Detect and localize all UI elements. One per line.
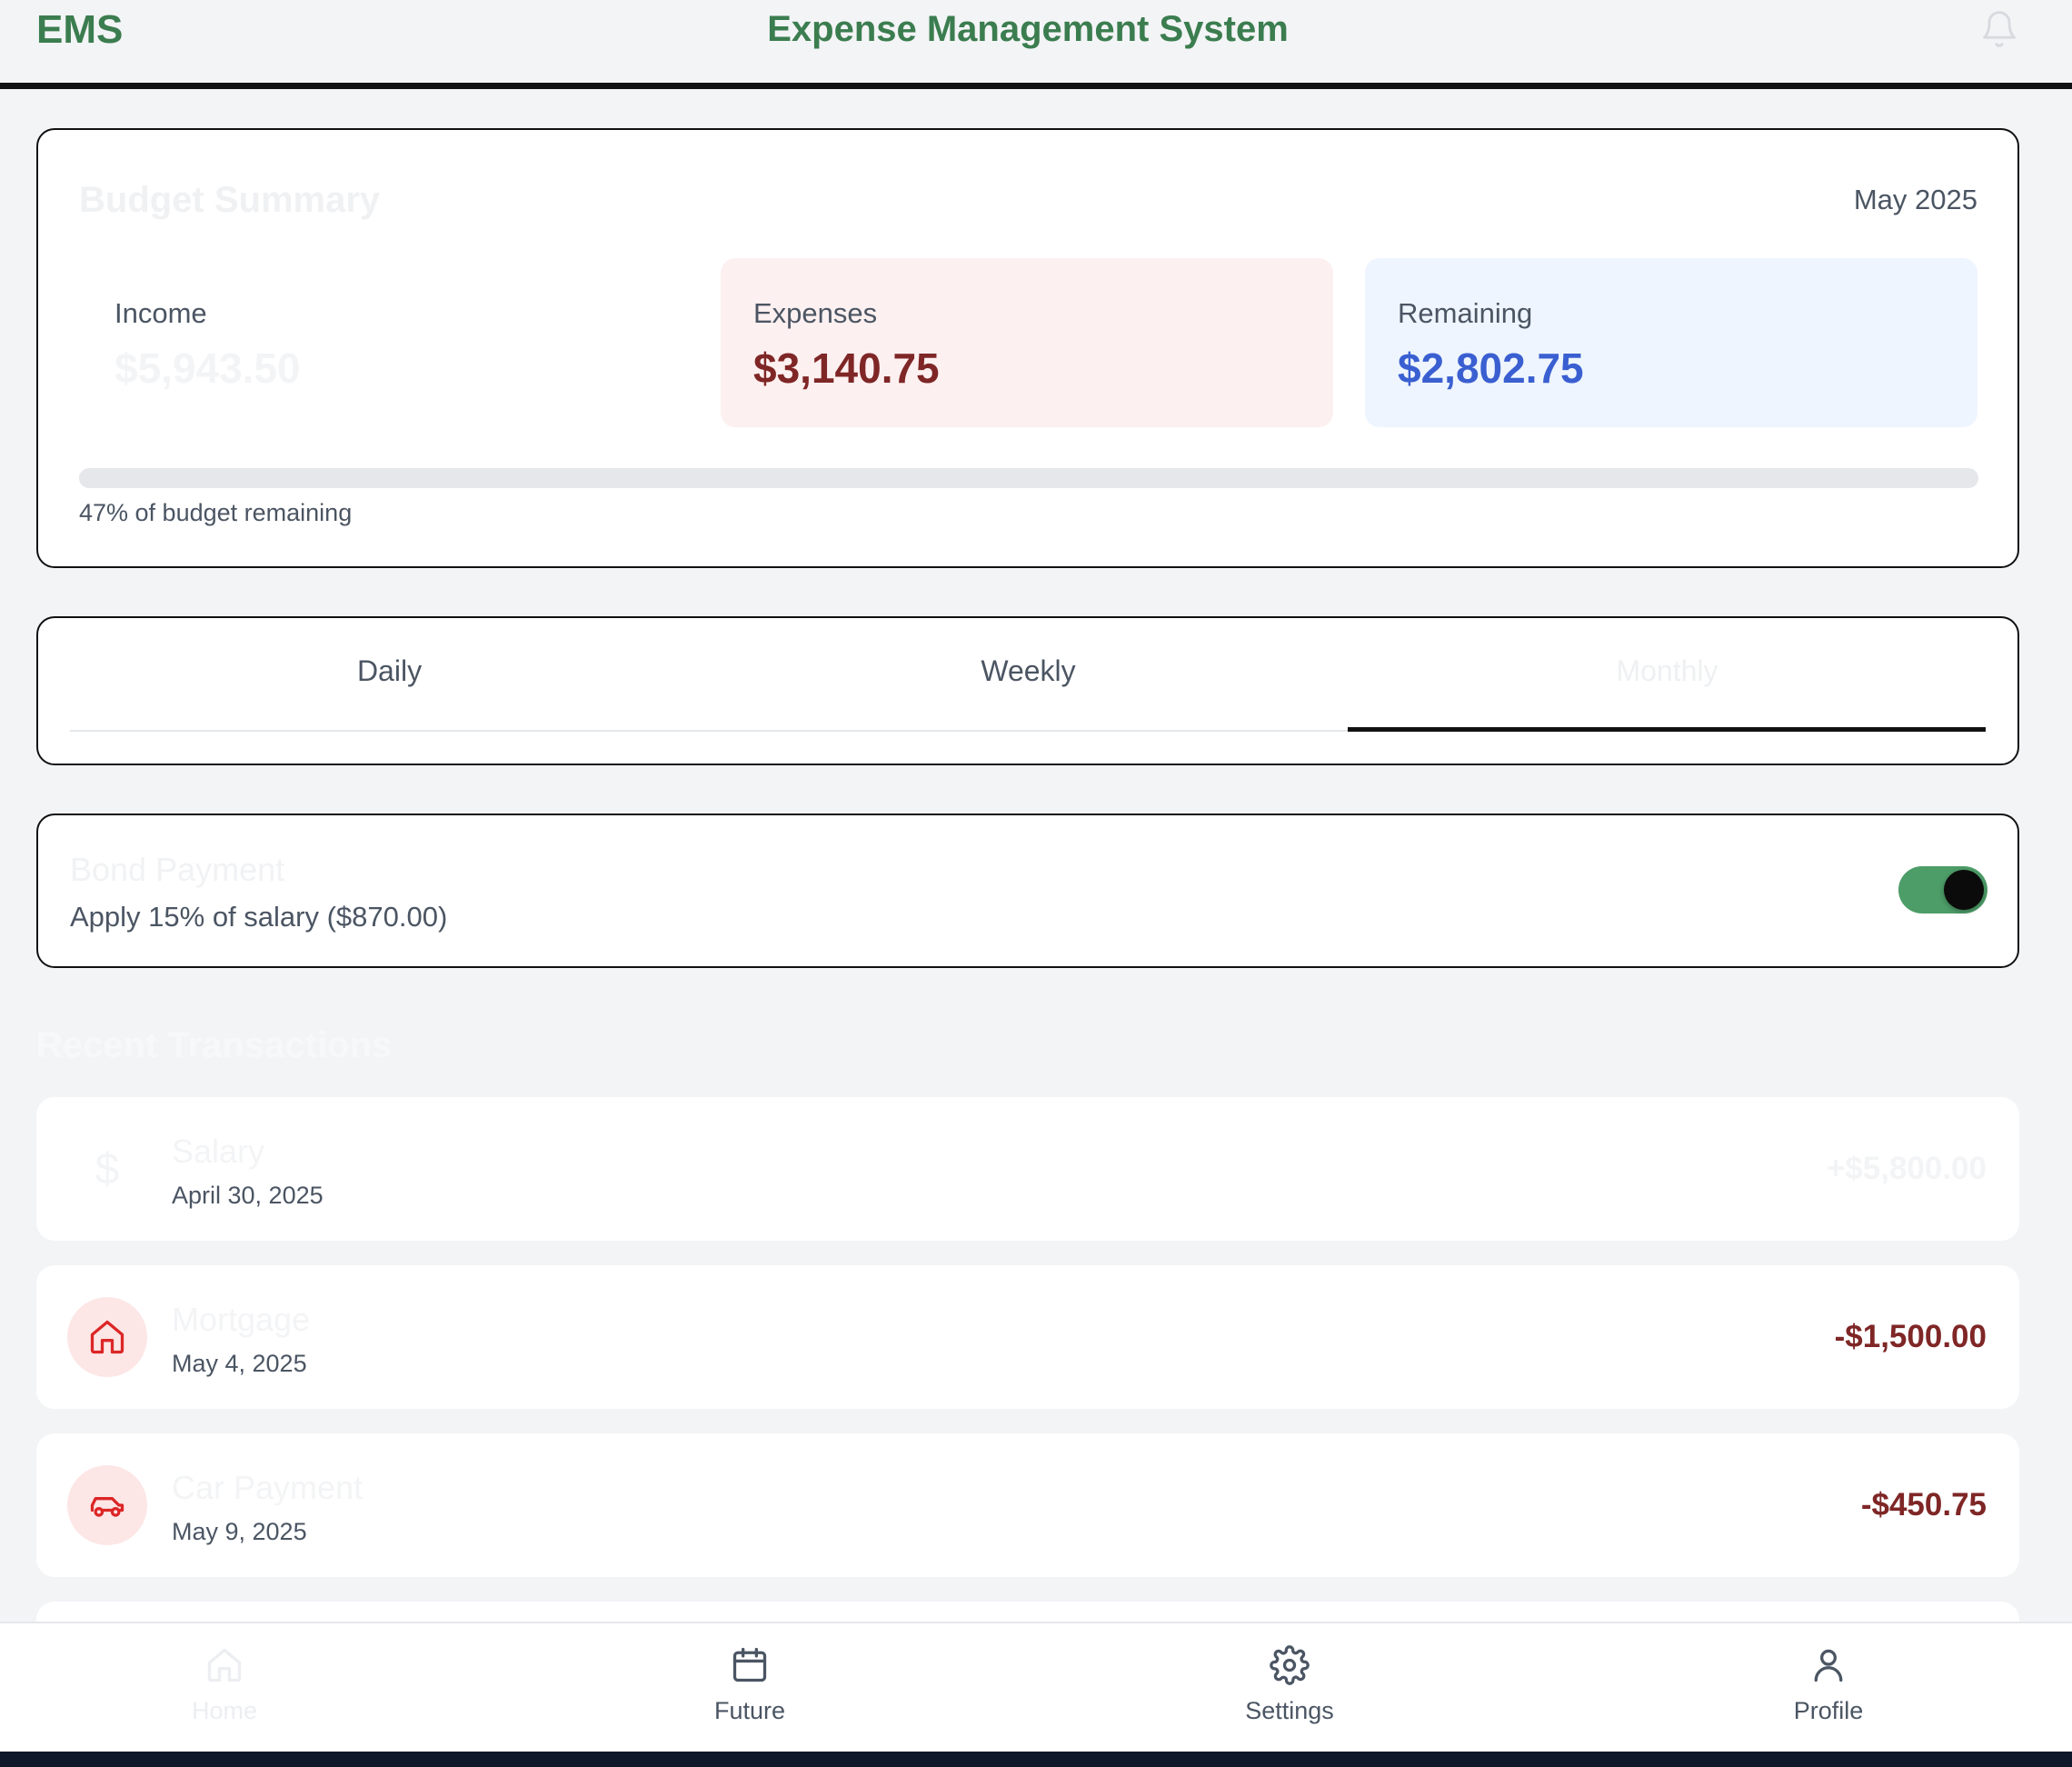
nav-future[interactable]: Future: [613, 1645, 886, 1736]
tab-daily[interactable]: Daily: [70, 653, 709, 725]
recent-transactions-title: Recent Transactions: [36, 1025, 393, 1065]
income-stat: Income $5,943.50: [82, 258, 694, 427]
expenses-label: Expenses: [753, 297, 878, 329]
active-tab-indicator: [1348, 727, 1986, 732]
transaction-date: May 4, 2025: [172, 1350, 307, 1377]
transaction-name: Salary: [172, 1133, 265, 1170]
bell-icon[interactable]: [1979, 7, 2019, 51]
remaining-value: $2,802.75: [1398, 344, 1584, 392]
summary-month: May 2025: [1853, 184, 1977, 215]
home-icon: [67, 1297, 147, 1377]
nav-future-label: Future: [713, 1697, 786, 1724]
remaining-stat: Remaining $2,802.75: [1365, 258, 1977, 427]
transaction-date: April 30, 2025: [172, 1182, 324, 1209]
tab-monthly[interactable]: Monthly: [1348, 653, 1987, 725]
dollar-glyph: $: [95, 1144, 120, 1193]
income-value: $5,943.50: [115, 344, 301, 392]
budget-progress-fill: [79, 468, 972, 488]
toggle-knob: [1944, 870, 1984, 910]
budget-progress-bar: [79, 468, 1978, 488]
app-title: Expense Management System: [767, 9, 1289, 49]
period-tabs: Daily Weekly Monthly: [36, 616, 2019, 765]
transaction-amount: -$1,500.00: [1834, 1319, 1987, 1354]
transaction-date: May 9, 2025: [172, 1518, 307, 1545]
user-icon: [1814, 1649, 1843, 1682]
transaction-row[interactable]: Car Payment May 9, 2025 -$450.75: [36, 1433, 2019, 1577]
bond-payment-title: Bond Payment: [70, 851, 285, 888]
nav-settings-label: Settings: [1245, 1697, 1334, 1724]
gear-icon: [1270, 1645, 1310, 1685]
nav-settings[interactable]: Settings: [1153, 1645, 1426, 1736]
budget-progress-text: 47% of budget remaining: [79, 499, 353, 526]
bond-payment-description: Apply 15% of salary ($870.00): [70, 901, 448, 933]
transaction-amount: -$450.75: [1860, 1487, 1987, 1522]
home-icon: [207, 1648, 242, 1682]
transaction-row[interactable]: $ Salary April 30, 2025 +$5,800.00: [36, 1097, 2019, 1241]
nav-profile[interactable]: Profile: [1692, 1645, 1965, 1736]
transaction-name: Mortgage: [172, 1301, 311, 1338]
nav-home-label: Home: [191, 1697, 258, 1724]
nav-profile-label: Profile: [1793, 1697, 1864, 1724]
expenses-value: $3,140.75: [753, 344, 940, 392]
budget-summary-card: Budget Summary May 2025 Income $5,943.50…: [36, 128, 2019, 568]
dollar-icon: $: [67, 1129, 147, 1209]
transaction-row[interactable]: Mortgage May 4, 2025 -$1,500.00: [36, 1265, 2019, 1409]
income-label: Income: [115, 297, 207, 329]
transaction-amount: +$5,800.00: [1826, 1151, 1987, 1186]
app-header: EMS Expense Management System: [0, 0, 2072, 89]
bottom-navigation: Home Future Settings Profile: [0, 1622, 2072, 1752]
tab-weekly[interactable]: Weekly: [709, 653, 1348, 725]
bond-payment-card: Bond Payment Apply 15% of salary ($870.0…: [36, 814, 2019, 968]
transaction-name: Car Payment: [172, 1469, 364, 1506]
budget-summary-title: Budget Summary: [79, 180, 381, 220]
calendar-icon: [732, 1647, 767, 1682]
remaining-label: Remaining: [1398, 297, 1533, 329]
system-bottom-bar: [0, 1752, 2072, 1767]
expenses-stat: Expenses $3,140.75: [721, 258, 1333, 427]
bond-payment-toggle[interactable]: [1898, 866, 1987, 913]
car-icon: [67, 1465, 147, 1545]
nav-home[interactable]: Home: [88, 1645, 361, 1736]
